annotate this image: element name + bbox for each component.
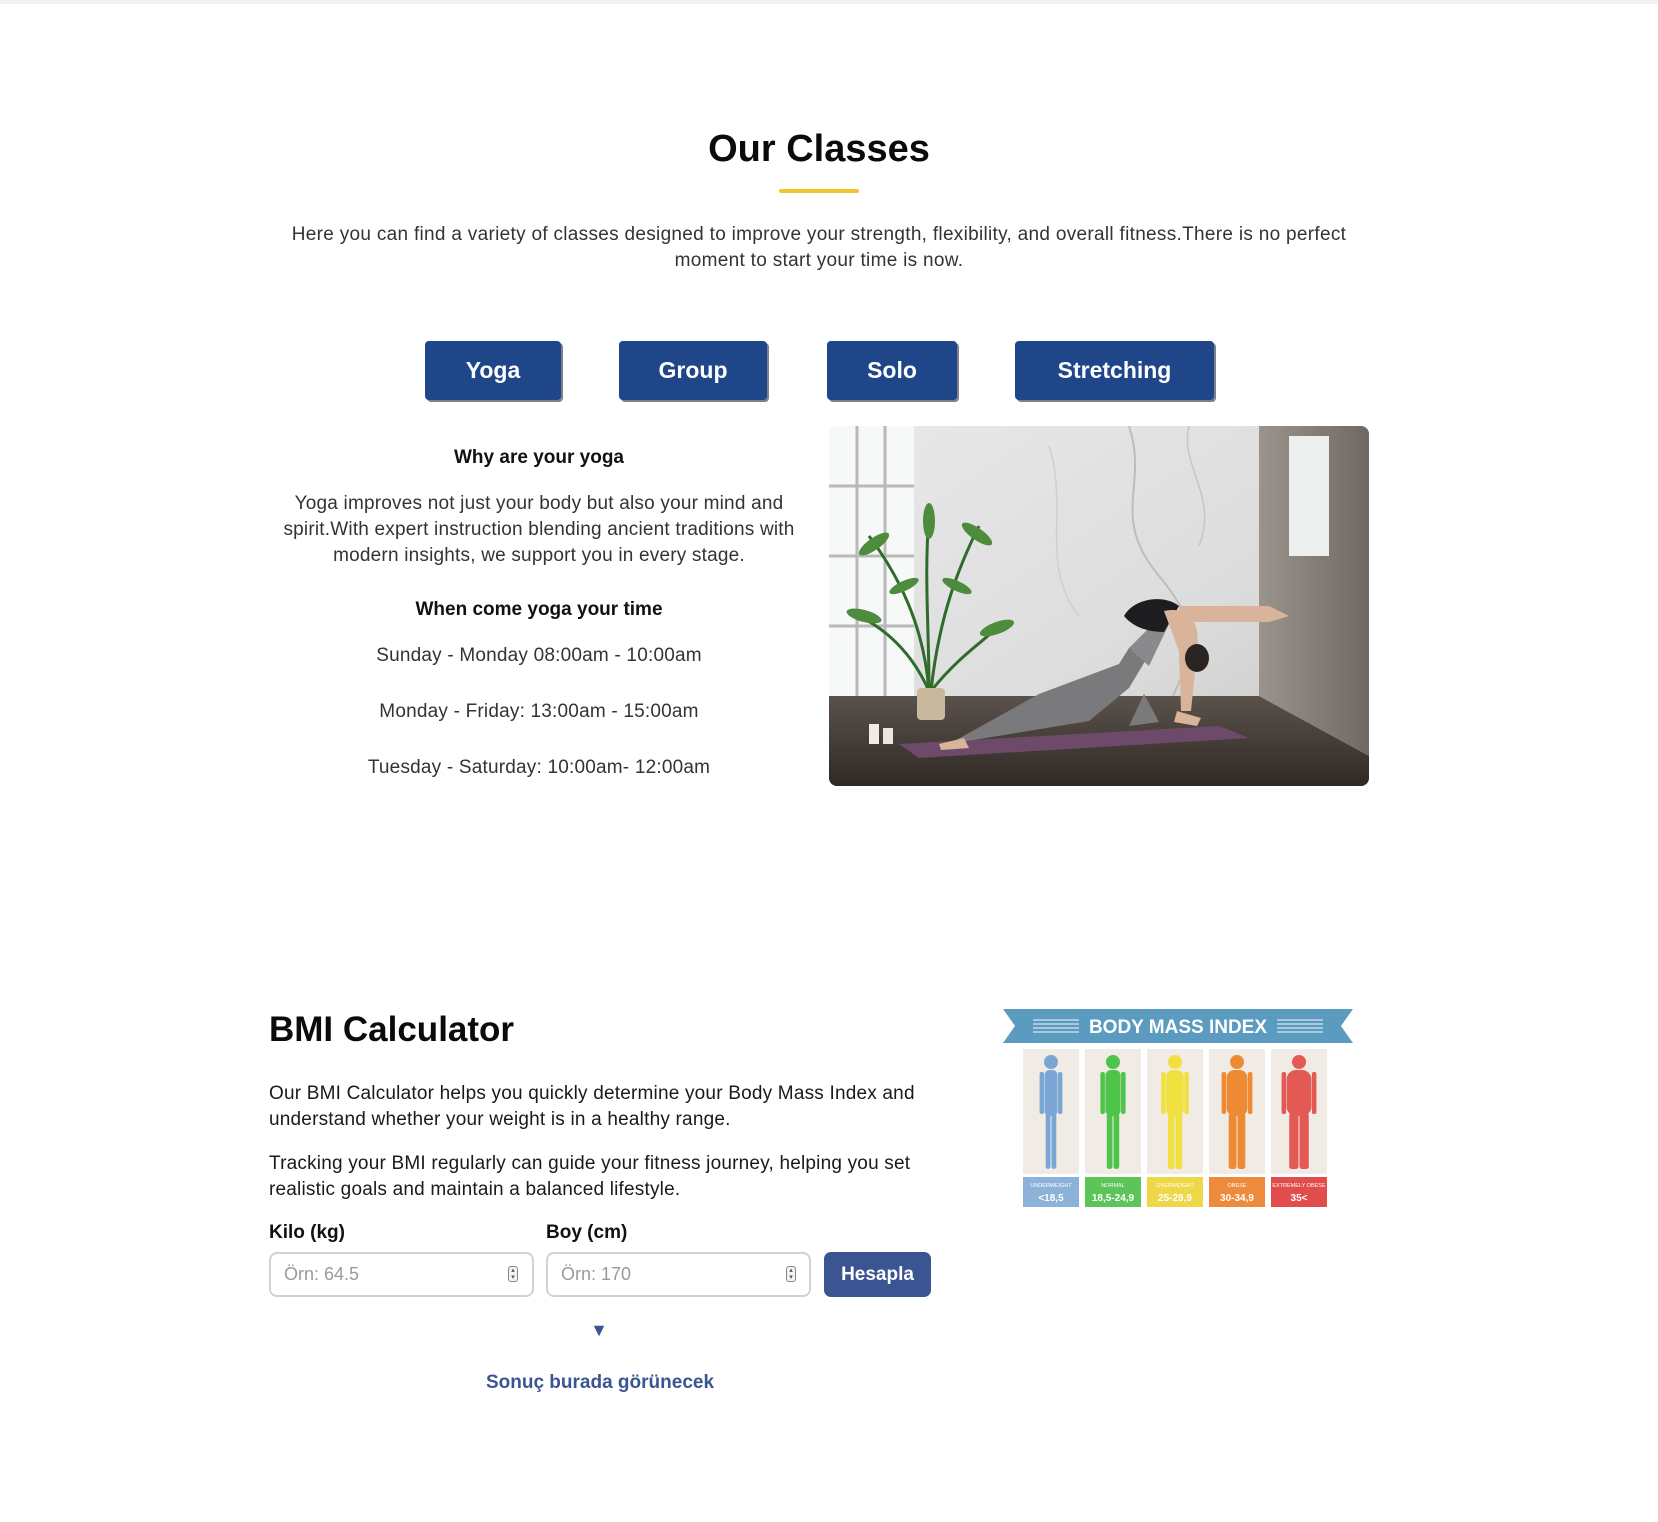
height-label: Boy (cm) xyxy=(546,1222,628,1243)
height-input[interactable] xyxy=(546,1252,811,1297)
bmi-title: BMI Calculator xyxy=(269,1010,515,1049)
schedule-item: Sunday - Monday 08:00am - 10:00am xyxy=(376,645,702,666)
bmi-category-range: 18,5-24,9 xyxy=(1092,1193,1135,1204)
top-border xyxy=(0,0,1658,4)
schedule-list: Sunday - Monday 08:00am - 10:00am Monday… xyxy=(268,643,810,781)
bmi-category-2: OVERWEIGHT 25-29,9 xyxy=(1147,1049,1203,1207)
bmi-category-range: 35< xyxy=(1291,1193,1308,1204)
yoga-panel-text: Why are your yoga Yoga improves not just… xyxy=(268,445,810,811)
tab-group[interactable]: Group xyxy=(619,341,767,400)
yoga-description: Yoga improves not just your body but als… xyxy=(283,493,795,566)
bmi-category-name: OBESE xyxy=(1228,1183,1247,1189)
bmi-category-4: EXTREMELY OBESE 35< xyxy=(1271,1049,1327,1207)
bmi-category-name: NORMAL xyxy=(1101,1183,1125,1189)
bmi-banner-text: BODY MASS INDEX xyxy=(1089,1017,1267,1038)
bmi-category-range: 30-34,9 xyxy=(1220,1193,1254,1204)
bmi-description-1: Our BMI Calculator helps you quickly det… xyxy=(269,1083,915,1130)
calculate-button[interactable]: Hesapla xyxy=(824,1252,931,1297)
schedule-heading: When come yoga your time xyxy=(415,599,663,620)
yoga-photo-illustration xyxy=(829,426,1369,786)
weight-label: Kilo (kg) xyxy=(269,1222,345,1243)
tab-stretching[interactable]: Stretching xyxy=(1015,341,1214,400)
bmi-result: Sonuç burada görünecek xyxy=(485,1372,715,1393)
bmi-category-range: <18,5 xyxy=(1038,1193,1064,1204)
bmi-category-3: OBESE 30-34,9 xyxy=(1209,1049,1265,1207)
yoga-photo xyxy=(829,426,1369,786)
bmi-category-1: NORMAL 18,5-24,9 xyxy=(1085,1049,1141,1207)
schedule-item: Tuesday - Saturday: 10:00am- 12:00am xyxy=(367,757,711,778)
bmi-category-name: EXTREMELY OBESE xyxy=(1272,1183,1326,1189)
arrow-down-icon: ▼ xyxy=(590,1320,608,1340)
bmi-category-0: UNDERWEIGHT <18,5 xyxy=(1023,1049,1079,1207)
classes-title: Our Classes xyxy=(708,128,930,170)
classes-intro: Here you can find a variety of classes d… xyxy=(291,224,1347,271)
bmi-chart-image: BODY MASS INDEX UNDERWEIGHT <18,5 NORMAL 18… xyxy=(1003,1009,1353,1207)
tab-yoga[interactable]: Yoga xyxy=(425,341,561,400)
yoga-heading: Why are your yoga xyxy=(454,447,624,468)
bmi-category-name: UNDERWEIGHT xyxy=(1030,1183,1072,1189)
bmi-category-name: OVERWEIGHT xyxy=(1156,1183,1194,1189)
title-underline xyxy=(779,189,859,193)
bmi-category-range: 25-29,9 xyxy=(1158,1193,1192,1204)
weight-input[interactable] xyxy=(269,1252,534,1297)
height-spinner-icon[interactable]: ▴ ▾ xyxy=(786,1266,796,1282)
tab-solo[interactable]: Solo xyxy=(827,341,957,400)
weight-spinner-icon[interactable]: ▴ ▾ xyxy=(508,1266,518,1282)
bmi-description-2: Tracking your BMI regularly can guide yo… xyxy=(269,1153,911,1200)
schedule-item: Monday - Friday: 13:00am - 15:00am xyxy=(379,701,699,722)
